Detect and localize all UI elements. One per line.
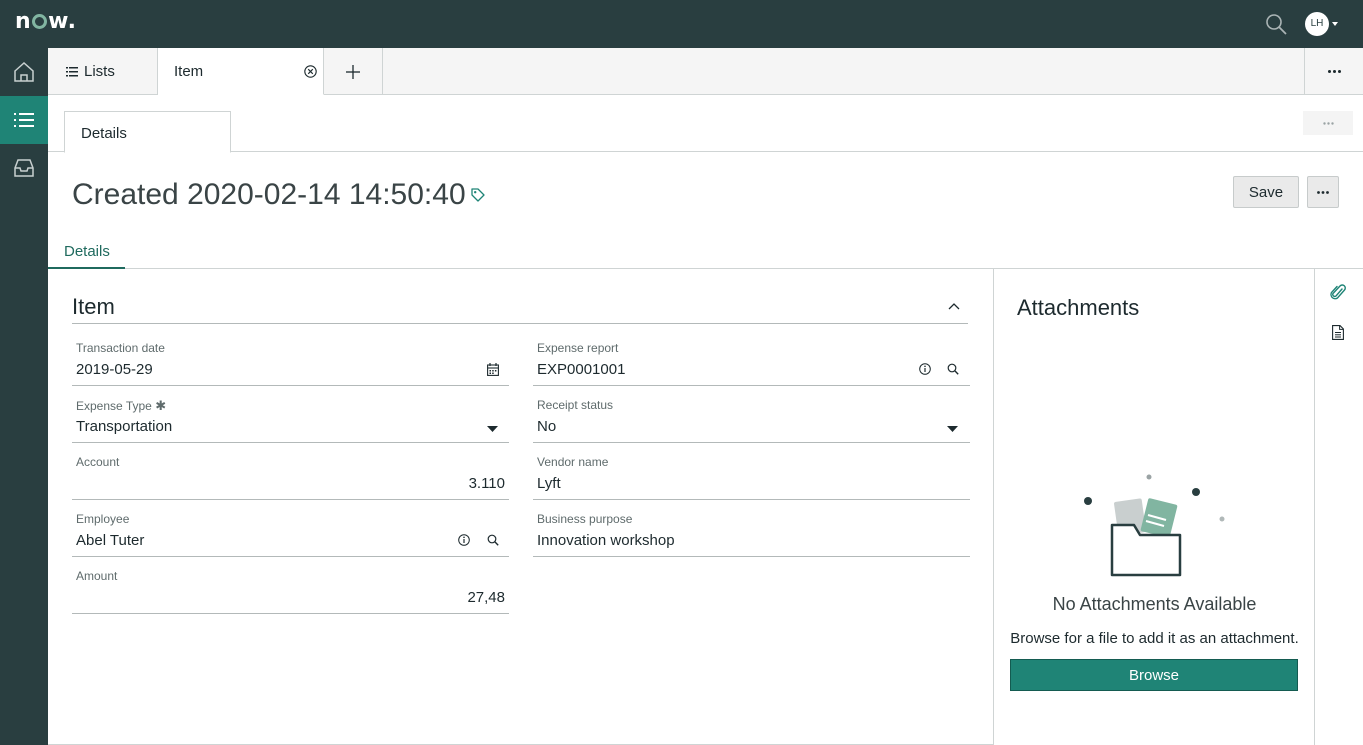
more-icon [1327,70,1341,73]
browse-button[interactable]: Browse [1010,659,1298,691]
employee-input[interactable]: Abel Tuter [76,532,144,549]
list-button[interactable] [0,96,48,144]
section-title: Item [72,294,115,319]
employee-field: Employee Abel Tuter [72,512,509,569]
field-label: Transaction date [76,341,165,355]
plus-icon [346,64,360,79]
tab-lists-label: Lists [84,63,115,80]
field-label: Business purpose [537,512,633,526]
receipt-status-select[interactable]: No [537,418,556,435]
amount-input[interactable]: 27,48 [467,589,505,606]
tab-details[interactable]: Details [48,235,125,269]
document-icon[interactable] [1332,325,1344,340]
form-section-tabs: Details [48,235,1363,269]
field-label: Employee [76,512,130,526]
attachments-title: Attachments [1017,295,1140,320]
field-label: Account [76,455,120,469]
chevron-down-icon[interactable] [487,426,498,432]
tab-bar: Lists Item [48,48,1363,95]
tag-icon[interactable] [470,187,486,203]
transaction-date-field: Transaction date 2019-05-29 [72,341,509,398]
info-icon[interactable] [458,534,470,546]
section-header[interactable]: Item [72,294,968,324]
no-attachments-description: Browse for a file to add it as an attach… [1010,630,1299,647]
side-rail [1314,269,1363,745]
now-logo[interactable]: n w. [15,9,76,34]
close-icon[interactable] [304,65,317,78]
field-label: Vendor name [537,455,609,469]
more-icon [1317,190,1329,194]
calendar-icon[interactable] [487,363,499,376]
left-nav-rail [0,48,48,745]
top-header: n w. LH [0,0,1363,48]
field-label: Expense Type ✱ [76,398,167,413]
transaction-date-input[interactable]: 2019-05-29 [76,361,153,378]
tab-lists[interactable]: Lists [48,48,158,95]
chevron-up-icon[interactable] [948,303,960,310]
field-label: Expense report [537,341,619,355]
search-icon[interactable] [487,534,499,546]
vendor-name-input[interactable]: Lyft [537,475,561,492]
tabs-more-button[interactable] [1304,48,1363,95]
tab-item-label: Item [174,62,204,80]
no-attachments-title: No Attachments Available [1052,594,1257,614]
info-icon[interactable] [919,363,931,375]
subtab-details[interactable]: Details [64,111,231,153]
more-icon [1322,121,1334,125]
account-field: Account 3.110 [72,455,509,512]
search-icon[interactable] [1265,13,1287,35]
paperclip-icon[interactable] [1330,284,1346,302]
account-input[interactable]: 3.110 [469,475,505,492]
avatar[interactable]: LH [1305,12,1329,36]
inbox-icon [14,159,34,177]
chevron-down-icon[interactable] [947,426,958,432]
list-icon [66,66,78,76]
page-title: Created 2020-02-14 14:50:40 [72,178,466,211]
attachments-panel: Attachments No Attachments Available Bro… [994,269,1315,745]
home-icon [14,61,34,82]
inbox-button[interactable] [0,144,48,192]
tab-item[interactable]: Item [158,48,324,95]
field-label: Receipt status [537,398,614,412]
list-icon [14,113,34,127]
expense-type-field: Expense Type ✱ Transportation [72,398,509,455]
search-icon[interactable] [947,363,959,375]
empty-folder-illustration [1084,474,1225,577]
business-purpose-field: Business purpose Innovation workshop [533,512,970,569]
form-area: Item Transaction date 2019-05-29 Expense… [48,269,994,745]
expense-report-input[interactable]: EXP0001001 [537,361,625,378]
vendor-name-field: Vendor name Lyft [533,455,970,512]
home-button[interactable] [0,48,48,96]
subtab-row: Details [48,95,1363,153]
required-icon: ✱ [155,398,167,413]
field-label: Amount [76,569,118,583]
expense-type-select[interactable]: Transportation [76,418,172,435]
subtab-more-button[interactable] [1303,111,1353,135]
record-more-button[interactable] [1307,176,1339,208]
amount-field: Amount 27,48 [72,569,509,626]
chevron-down-icon[interactable] [1332,22,1338,26]
add-tab-button[interactable] [324,48,383,95]
save-button[interactable]: Save [1233,176,1299,208]
business-purpose-input[interactable]: Innovation workshop [537,532,675,549]
receipt-status-field: Receipt status No [533,398,970,455]
expense-report-field: Expense report EXP0001001 [533,341,970,398]
